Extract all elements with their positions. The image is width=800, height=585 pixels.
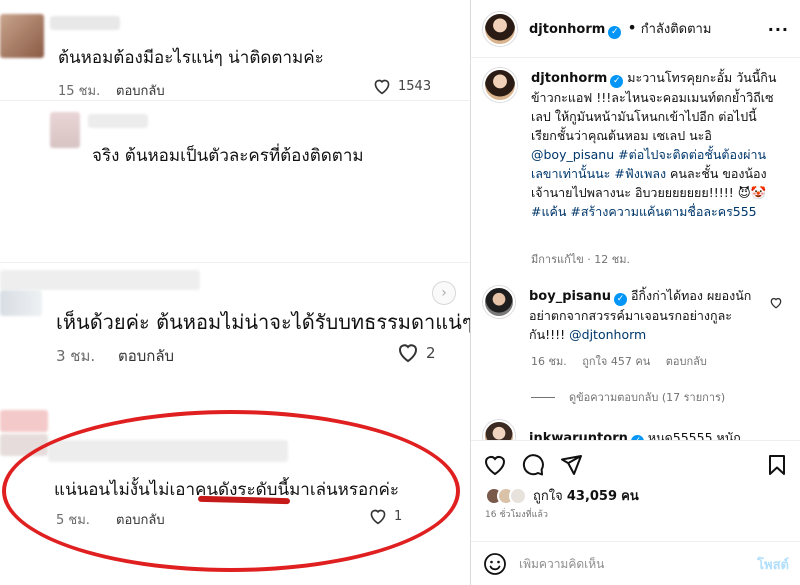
comment-text: จริง ต้นหอมเป็นตัวละครที่ต้องติดตาม xyxy=(92,146,364,166)
divider xyxy=(531,396,555,398)
like-count: 1543 xyxy=(398,79,432,94)
divider xyxy=(0,262,470,263)
verified-icon: ✓ xyxy=(614,293,627,306)
like-count: 2 xyxy=(426,344,436,362)
verified-icon: ✓ xyxy=(608,26,622,39)
reply-button[interactable]: ตอบกลับ xyxy=(116,80,165,101)
blurred-avatar xyxy=(50,112,80,148)
reply-button[interactable]: ตอบกลับ xyxy=(118,344,174,368)
caption-author[interactable]: djtonhorm xyxy=(531,71,607,86)
avatar[interactable] xyxy=(483,286,515,318)
comment-time: 3 ชม. xyxy=(56,347,96,365)
blurred-username xyxy=(0,270,200,290)
emoji-icon[interactable] xyxy=(483,552,507,576)
heart-icon[interactable] xyxy=(368,507,388,525)
comment-icon[interactable] xyxy=(521,453,545,477)
divider xyxy=(0,100,470,101)
avatar[interactable] xyxy=(483,11,517,46)
likes-summary[interactable]: ถูกใจ 43,059 คน xyxy=(485,485,639,506)
post-time: 16 ชั่วโมงที่แล้ว xyxy=(485,510,548,520)
mention-link[interactable]: @boy_pisanu xyxy=(531,147,614,162)
comment-text: เห็นด้วยค่ะ ต้นหอมไม่น่าจะได้รับบทธรรมดา… xyxy=(56,310,470,334)
mention-link[interactable]: @djtonhorm xyxy=(569,327,646,342)
comments-scroll-area[interactable]: djtonhorm ✓ มะวานโทรคุยกะอั้ม วันนี้กินข้… xyxy=(471,58,800,440)
hashtag-link[interactable]: #สร้างความแค้นตามชื่อละคร555 xyxy=(570,204,756,219)
comment-author[interactable]: inkwaruntorn xyxy=(529,431,628,440)
comment-screenshot-collage: ต้นหอมต้องมีอะไรแน่ๆ น่าติดตามค่ะ 15 ชม.… xyxy=(0,0,470,585)
reply-button[interactable]: ตอบกลับ xyxy=(666,355,707,368)
likes-count: 43,059 xyxy=(566,489,618,504)
blurred-username xyxy=(48,440,288,462)
share-icon[interactable] xyxy=(559,453,583,477)
post-comment-button[interactable]: โพสต์ xyxy=(757,554,789,575)
heart-icon[interactable] xyxy=(396,341,420,363)
caption: djtonhorm ✓ มะวานโทรคุยกะอั้ม วันนี้กินข้… xyxy=(483,68,795,221)
comment-text: ต้นหอมต้องมีอะไรแน่ๆ น่าติดตามค่ะ xyxy=(58,48,324,68)
author-username[interactable]: djtonhorm xyxy=(529,22,605,37)
avatar[interactable] xyxy=(483,420,515,440)
comment-item: inkwaruntorn✓ หนด55555 หนักอิด xyxy=(483,420,755,440)
blurred-avatar xyxy=(0,14,44,58)
likes-count-text: ถูกใจ 43,059 คน xyxy=(533,485,639,506)
blurred-username xyxy=(50,16,120,30)
comment-body: boy_pisanu ✓ อีกิ้งก่าได้ทอง ผยองนักอย่าต… xyxy=(529,286,755,344)
verified-icon: ✓ xyxy=(610,75,624,88)
avatar[interactable] xyxy=(483,68,517,102)
likes-prefix: ถูกใจ xyxy=(533,489,563,504)
action-icons xyxy=(483,453,583,477)
blurred-username xyxy=(88,114,148,128)
page: ต้นหอมต้องมีอะไรแน่ๆ น่าติดตามค่ะ 15 ชม.… xyxy=(0,0,800,585)
caption-time: มีการแก้ไข · 12 ชม. xyxy=(531,253,630,266)
blurred-avatar xyxy=(0,410,48,432)
view-replies-button[interactable]: ดูข้อความตอบกลับ (17 รายการ) xyxy=(531,388,725,406)
comment-body: inkwaruntorn✓ หนด55555 หนักอิด xyxy=(529,428,755,440)
add-comment-bar: โพสต์ xyxy=(471,541,800,585)
hashtag-link[interactable]: #แค้น xyxy=(531,204,566,219)
comment-time: 5 ชม. xyxy=(56,513,90,528)
comment-meta: 16 ชม. ถูกใจ 457 คน ตอบกลับ xyxy=(531,352,719,370)
like-count: 1 xyxy=(394,509,403,524)
following-button[interactable]: กำลังติดตาม xyxy=(641,22,712,37)
blurred-avatar xyxy=(0,434,48,456)
comment-likes[interactable]: ถูกใจ 457 คน xyxy=(582,355,650,368)
post-actions: ถูกใจ 43,059 คน 16 ชั่วโมงที่แล้ว โพสต์ xyxy=(471,440,800,585)
reply-button[interactable]: ตอบกลับ xyxy=(116,509,165,530)
separator-dot: • xyxy=(627,18,637,37)
post-header: djtonhorm ✓ • กำลังติดตาม ··· xyxy=(471,0,800,58)
hashtag-link[interactable]: #ฟังเพลง xyxy=(614,166,666,181)
heart-icon[interactable] xyxy=(483,453,507,477)
comment-item: boy_pisanu ✓ อีกิ้งก่าได้ทอง ผยองนักอย่าต… xyxy=(483,286,795,344)
comment-time: 15 ชม. xyxy=(58,84,101,99)
bookmark-icon[interactable] xyxy=(765,453,789,477)
more-icon[interactable]: ··· xyxy=(768,20,789,39)
chevron-right-icon[interactable]: › xyxy=(432,281,456,305)
heart-icon[interactable] xyxy=(372,77,392,95)
heart-icon[interactable] xyxy=(769,296,783,309)
caption-text: djtonhorm ✓ มะวานโทรคุยกะอั้ม วันนี้กินข้… xyxy=(531,68,777,221)
view-replies-label: ดูข้อความตอบกลับ (17 รายการ) xyxy=(569,391,726,404)
avatar xyxy=(509,486,527,505)
likes-suffix: คน xyxy=(621,489,639,504)
blurred-avatar xyxy=(0,290,42,316)
comment-time: 16 ชม. xyxy=(531,355,567,368)
comment-input[interactable] xyxy=(519,557,758,571)
post-panel: djtonhorm ✓ • กำลังติดตาม ··· djtonhorm ✓ มะ… xyxy=(470,0,800,585)
comment-author[interactable]: boy_pisanu xyxy=(529,289,611,304)
